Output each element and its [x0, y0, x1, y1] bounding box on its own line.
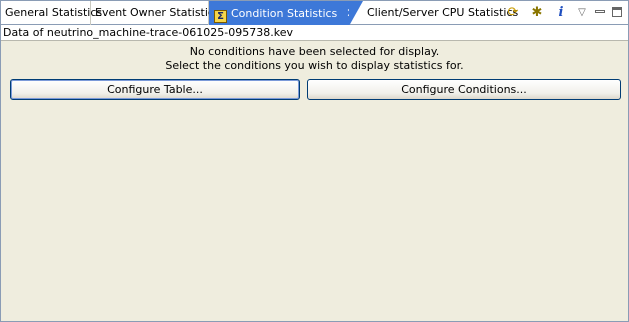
tab-label: Condition Statistics	[231, 7, 338, 20]
tab-client-server-cpu-statistics[interactable]: Client/Server CPU Statistics	[363, 1, 518, 25]
tab-bar: General Statistics Event Owner Statistic…	[1, 1, 628, 26]
view-menu-icon[interactable]: ▽	[573, 4, 591, 22]
tab-general-statistics[interactable]: General Statistics	[1, 1, 102, 25]
configure-conditions-button[interactable]: Configure Conditions...	[307, 79, 621, 100]
minimize-icon[interactable]	[591, 4, 609, 22]
condition-statistics-view: General Statistics Event Owner Statistic…	[0, 0, 629, 322]
pin-icon[interactable]: ✱	[528, 4, 546, 22]
sync-icon[interactable]: ⟳	[504, 4, 522, 22]
maximize-icon[interactable]	[608, 4, 626, 22]
configure-table-button[interactable]: Configure Table...	[10, 79, 300, 100]
data-source-label: Data of neutrino_machine-trace-061025-09…	[1, 25, 628, 41]
info-icon[interactable]: i	[552, 4, 570, 22]
empty-message-line1: No conditions have been selected for dis…	[189, 45, 440, 58]
tab-label: Event Owner Statistics	[95, 6, 220, 19]
close-icon[interactable]: ✕	[346, 1, 356, 25]
empty-message-line2: Select the conditions you wish to displa…	[165, 59, 464, 72]
sigma-icon: Σ	[214, 10, 227, 23]
tab-label: Client/Server CPU Statistics	[367, 6, 519, 19]
tab-event-owner-statistics[interactable]: Event Owner Statistics	[91, 1, 220, 25]
tab-condition-statistics[interactable]: Σ Condition Statistics ✕	[209, 1, 363, 26]
tab-label: General Statistics	[5, 6, 103, 19]
